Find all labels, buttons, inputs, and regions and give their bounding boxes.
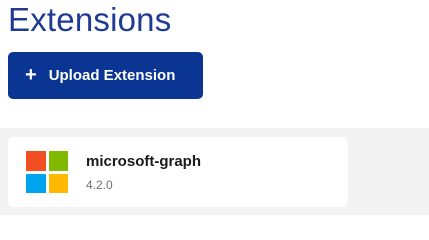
extension-version: 4.2.0 — [86, 178, 113, 192]
microsoft-logo-icon — [26, 151, 68, 193]
logo-square-red — [26, 151, 46, 171]
upload-extension-label: Upload Extension — [48, 67, 176, 84]
logo-square-blue — [26, 173, 46, 193]
extension-card[interactable]: microsoft-graph 4.2.0 — [8, 137, 348, 207]
page-title: Extensions — [8, 1, 172, 38]
upload-extension-button[interactable]: + Upload Extension — [8, 52, 203, 99]
logo-square-green — [48, 151, 68, 171]
logo-square-yellow — [48, 173, 68, 193]
extension-name: microsoft-graph — [86, 153, 202, 170]
plus-icon: + — [25, 63, 37, 86]
